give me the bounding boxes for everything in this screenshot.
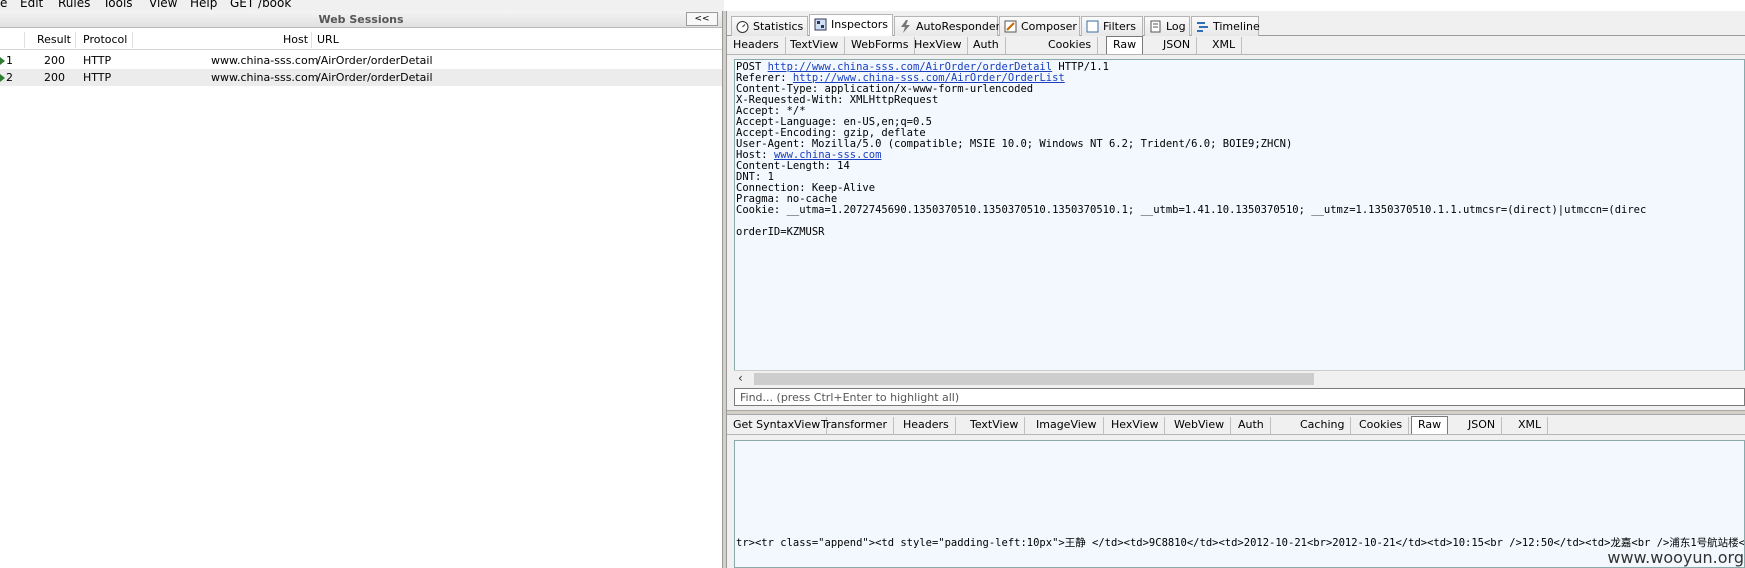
web-sessions-title: Web Sessions <box>318 13 404 26</box>
req-tab-json[interactable]: JSON <box>1157 37 1198 54</box>
resp-tab-imageview[interactable]: ImageView <box>1030 417 1104 434</box>
req-tab-textview[interactable]: TextView <box>784 37 846 54</box>
tab-inspectors[interactable]: Inspectors <box>809 14 893 36</box>
find-input[interactable]: Find... (press Ctrl+Enter to highlight a… <box>734 388 1745 406</box>
session-row[interactable]: 1 200 HTTP www.china-sss.com /AirOrder/o… <box>0 52 722 69</box>
column-protocol[interactable]: Protocol <box>83 33 127 46</box>
resp-tab-json[interactable]: JSON <box>1462 417 1503 434</box>
resp-tab-webview[interactable]: WebView <box>1168 417 1232 434</box>
session-protocol: HTTP <box>83 71 112 84</box>
session-result: 200 <box>44 71 65 84</box>
session-host: www.china-sss.com <box>211 71 319 84</box>
session-url: /AirOrder/orderDetail <box>317 54 433 67</box>
tab-statistics[interactable]: Statistics <box>731 16 808 36</box>
horizontal-scrollbar[interactable]: ‹ <box>734 370 1745 386</box>
column-separator[interactable] <box>75 32 76 48</box>
tab-label: Timeline <box>1213 20 1260 33</box>
lightning-icon <box>901 20 910 33</box>
session-number: 1 <box>6 54 13 67</box>
req-tab-hexview[interactable]: HexView <box>908 37 969 54</box>
session-result: 200 <box>44 54 65 67</box>
tab-filters[interactable]: Filters <box>1081 16 1143 36</box>
column-result[interactable]: Result <box>37 33 71 46</box>
inspectors-icon <box>814 18 827 31</box>
pencil-icon <box>1004 20 1017 33</box>
tab-composer[interactable]: Composer <box>999 16 1080 36</box>
menu-tools[interactable]: Tools <box>103 0 133 10</box>
menu-help[interactable]: Help <box>190 0 217 10</box>
cookie-line: Cookie: __utma=1.2072745690.1350370510.1… <box>736 204 1647 216</box>
resp-tab-cookies[interactable]: Cookies <box>1353 417 1410 434</box>
checkbox-icon <box>1086 20 1099 33</box>
column-separator[interactable] <box>24 32 25 48</box>
session-host: www.china-sss.com <box>211 54 319 67</box>
web-sessions-header: Web Sessions << <box>0 11 722 28</box>
column-separator[interactable] <box>132 32 133 48</box>
request-arrow-icon <box>0 74 5 82</box>
menu-file[interactable]: e <box>0 0 7 10</box>
tab-autoresponder[interactable]: AutoResponder <box>894 16 1001 36</box>
menu-get-book[interactable]: GET /book <box>230 0 291 10</box>
request-raw-text[interactable]: POST http://www.china-sss.com/AirOrder/o… <box>734 59 1745 372</box>
req-tab-webforms[interactable]: WebForms <box>845 37 916 54</box>
menu-bar: e Edit Rules Tools View Help GET /book <box>0 0 724 11</box>
watermark: www.wooyun.org <box>1607 548 1744 567</box>
stopwatch-icon <box>736 21 749 33</box>
request-arrow-icon <box>0 57 5 65</box>
log-icon <box>1150 20 1161 33</box>
req-tab-auth[interactable]: Auth <box>967 37 1006 54</box>
tab-label: Inspectors <box>831 18 889 31</box>
response-raw-text[interactable]: tr><tr class="append"><td style="padding… <box>734 440 1745 568</box>
req-tab-xml[interactable]: XML <box>1206 37 1243 54</box>
tab-label: Log <box>1166 20 1186 33</box>
resp-tab-raw[interactable]: Raw <box>1411 416 1449 434</box>
resp-tab-syntaxview[interactable]: Get SyntaxView <box>727 417 828 434</box>
column-url[interactable]: URL <box>317 33 339 46</box>
response-line: tr><tr class="append"><td style="padding… <box>736 537 1745 549</box>
request-inspector-tabs: Headers TextView WebForms HexView Auth C… <box>727 35 1745 55</box>
tab-label: AutoResponder <box>916 20 1001 33</box>
session-row[interactable]: 2 200 HTTP www.china-sss.com /AirOrder/o… <box>0 69 722 86</box>
timeline-icon <box>1197 22 1208 32</box>
resp-tab-auth[interactable]: Auth <box>1232 417 1271 434</box>
resp-tab-textview[interactable]: TextView <box>964 417 1026 434</box>
sessions-column-header: Result Protocol Host URL <box>0 29 722 50</box>
tab-label: Composer <box>1021 20 1077 33</box>
session-protocol: HTTP <box>83 54 112 67</box>
tab-label: Filters <box>1103 20 1136 33</box>
req-tab-headers[interactable]: Headers <box>727 37 786 54</box>
menu-rules[interactable]: Rules <box>58 0 90 10</box>
scroll-left-icon[interactable]: ‹ <box>738 371 743 385</box>
menu-edit[interactable]: Edit <box>20 0 43 10</box>
tab-timeline[interactable]: Timeline <box>1191 16 1260 36</box>
resp-tab-hexview[interactable]: HexView <box>1105 417 1166 434</box>
menu-view[interactable]: View <box>149 0 177 10</box>
column-host[interactable]: Host <box>283 33 308 46</box>
resp-tab-transformer[interactable]: Transformer <box>815 417 895 434</box>
collapse-button[interactable]: << <box>686 12 718 26</box>
scroll-thumb[interactable] <box>754 373 1314 385</box>
req-tab-raw[interactable]: Raw <box>1106 36 1144 54</box>
resp-tab-caching[interactable]: Caching <box>1294 417 1352 434</box>
column-separator[interactable] <box>311 32 312 48</box>
response-inspector-tabs: Get SyntaxView Transformer Headers TextV… <box>727 415 1745 435</box>
tab-log[interactable]: Log <box>1144 16 1190 36</box>
main-tab-strip: Statistics Inspectors AutoResponder Comp… <box>727 14 1745 36</box>
resp-tab-headers[interactable]: Headers <box>897 417 956 434</box>
resp-tab-xml[interactable]: XML <box>1512 417 1549 434</box>
tab-label: Statistics <box>753 20 804 33</box>
req-tab-cookies[interactable]: Cookies <box>1042 37 1099 54</box>
session-url: /AirOrder/orderDetail <box>317 71 433 84</box>
request-body: orderID=KZMUSR <box>736 226 825 238</box>
session-number: 2 <box>6 71 13 84</box>
